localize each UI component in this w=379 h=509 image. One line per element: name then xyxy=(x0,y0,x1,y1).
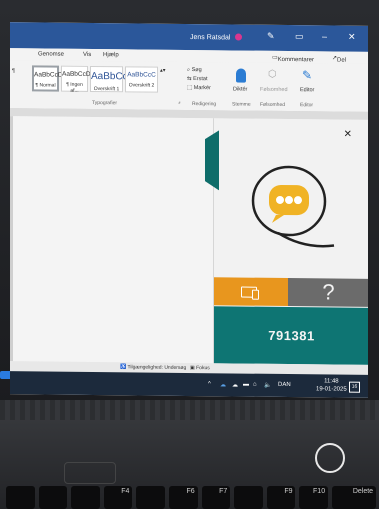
notification-badge[interactable]: 16 xyxy=(349,381,360,393)
comments-button[interactable]: ▭ Kommentarer xyxy=(272,54,314,63)
key-f7[interactable]: F7 xyxy=(201,486,231,509)
style-sample: AaBbCc xyxy=(91,70,128,83)
style-normal[interactable]: AaBbCcDc ¶ Normal xyxy=(32,65,66,92)
key-f4[interactable]: F4 xyxy=(103,486,133,509)
editor-group-label: Editor xyxy=(300,102,314,109)
style-sample: AaBbCcC xyxy=(127,71,156,79)
select-button[interactable]: ⬚ Markér xyxy=(187,85,211,91)
session-code: 791381 xyxy=(214,306,368,365)
find-label: Søg xyxy=(191,67,202,74)
key-f10[interactable]: F10 xyxy=(299,486,329,509)
clock-date: 19-01-2025 xyxy=(316,386,347,393)
logo-plate xyxy=(64,462,116,484)
style-sample: AaBbCcDc xyxy=(34,71,66,79)
document-area[interactable] xyxy=(10,116,213,364)
ribbon-display-icon[interactable]: ▭ xyxy=(295,31,304,42)
accessibility-status[interactable]: ♿ Tilgængelighed: Undersøg xyxy=(120,364,186,371)
share-button[interactable]: ↗ Del xyxy=(332,54,346,63)
cloud-icon[interactable]: ☁ xyxy=(220,381,226,388)
teams-icon[interactable]: ☁ xyxy=(232,381,238,388)
speaker-grille xyxy=(0,400,379,420)
key-f6[interactable]: F6 xyxy=(169,486,198,509)
panel-actions: ? xyxy=(214,277,368,307)
page-edge xyxy=(10,116,13,362)
monitor-tray-icon[interactable]: ▬ xyxy=(243,382,249,388)
ribbon: ¶ AaBbCcDc ¶ Normal AaBbCcDc ¶ Ingen af.… xyxy=(10,60,368,113)
voice-group-label: Stemme xyxy=(232,101,251,108)
style-heading-2[interactable]: AaBbCcC Overskrift 2 xyxy=(125,66,158,93)
key-esc[interactable] xyxy=(6,486,35,509)
key-delete[interactable]: Delete xyxy=(332,486,377,509)
sensitivity-icon: ⬡ xyxy=(268,68,277,80)
chat-bubble-icon xyxy=(251,165,335,248)
style-sample: AaBbCcDc xyxy=(62,70,94,79)
styles-launcher-icon[interactable]: ⌟ xyxy=(178,99,181,105)
styles-scroll-icon[interactable]: ▴▾ xyxy=(160,68,166,74)
panel-collapse-tab[interactable] xyxy=(205,130,219,190)
select-label: Markér xyxy=(193,85,211,92)
chevron-up-icon[interactable]: ^ xyxy=(208,381,211,387)
account-name[interactable]: Jens Ratsdal xyxy=(190,34,230,41)
function-keys: F4 F6 F7 F9 F10 Delete xyxy=(6,486,377,509)
laptop-screen: Jens Ratsdal ✎ ▭ – ✕ Genomse Vis Hjælp ▭… xyxy=(10,22,368,398)
editor-button[interactable]: Editor xyxy=(300,87,314,93)
remote-support-panel: × ? 791381 xyxy=(213,118,368,365)
pilcrow-icon[interactable]: ¶ xyxy=(12,68,15,74)
tab-view[interactable]: Vis xyxy=(83,52,91,58)
network-icon[interactable]: ⌂ xyxy=(253,382,257,388)
key-f5[interactable] xyxy=(136,486,166,509)
phone-icon xyxy=(252,289,259,300)
tab-help[interactable]: Hjælp xyxy=(103,52,119,58)
tab-review[interactable]: Genomse xyxy=(38,51,64,57)
style-name: Overskrift 2 xyxy=(128,82,155,89)
style-name: ¶ Ingen af... xyxy=(66,81,83,94)
style-name: Overskrift 1 xyxy=(93,86,120,93)
find-button[interactable]: ⌕ Søg xyxy=(187,67,202,74)
styles-group-label: Typografier xyxy=(92,99,118,107)
dictate-button[interactable]: Diktér xyxy=(233,86,247,92)
pen-icon[interactable]: ✎ xyxy=(267,31,275,42)
key-f1[interactable] xyxy=(38,486,68,509)
clock[interactable]: 11:48 19-01-2025 xyxy=(316,377,347,393)
minimize-icon[interactable]: – xyxy=(322,31,327,41)
help-button[interactable]: ? xyxy=(288,278,368,307)
style-heading-1[interactable]: AaBbCc Overskrift 1 xyxy=(90,65,128,93)
language-indicator[interactable]: DAN xyxy=(278,382,291,388)
volume-icon[interactable]: 🔈 xyxy=(264,382,271,389)
word-titlebar: Jens Ratsdal ✎ ▭ – ✕ xyxy=(10,22,368,52)
close-icon[interactable]: × xyxy=(344,126,352,141)
key-f8[interactable] xyxy=(234,486,263,509)
accessibility-label: Tilgængelighed: Undersøg xyxy=(127,364,187,371)
key-f2[interactable] xyxy=(71,486,100,509)
editing-group-label: Redigering xyxy=(192,101,217,108)
taskbar: ^ ☁ ☁ ▬ ⌂ 🔈 DAN 11:48 19-01-2025 16 xyxy=(10,371,368,398)
microphone-icon[interactable] xyxy=(236,68,246,83)
sensitivity-group-label: Følsomhed xyxy=(260,101,286,109)
style-no-spacing[interactable]: AaBbCcDc ¶ Ingen af... xyxy=(61,65,94,94)
sensitivity-button: Følsomhed xyxy=(260,86,288,94)
replace-button[interactable]: ⇆ Erstat xyxy=(187,76,208,82)
focus-label: Fokus xyxy=(196,365,210,372)
style-name: ¶ Normal xyxy=(35,82,56,89)
close-window-icon[interactable]: ✕ xyxy=(348,32,356,43)
focus-button[interactable]: ▣ Fokus xyxy=(190,365,210,371)
avatar[interactable] xyxy=(235,33,242,41)
power-button[interactable] xyxy=(315,443,345,473)
key-f9[interactable]: F9 xyxy=(266,486,296,509)
replace-label: Erstat xyxy=(193,76,208,83)
editor-icon[interactable]: ✎ xyxy=(302,68,312,82)
devices-button[interactable] xyxy=(214,277,288,307)
